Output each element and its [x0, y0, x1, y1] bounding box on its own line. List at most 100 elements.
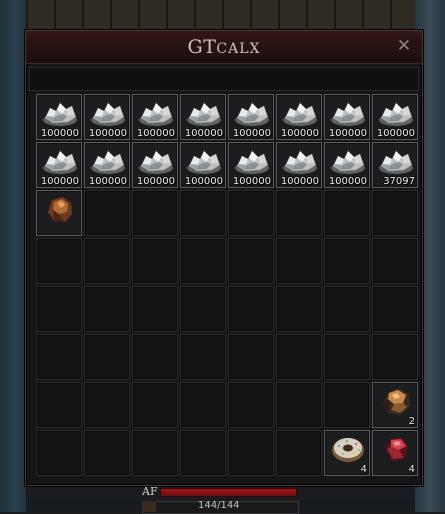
inventory-grid: 100000 100000 100000 100000 100000 10000… — [36, 94, 418, 476]
inventory-slot[interactable] — [36, 430, 82, 476]
window-title-main: GT — [187, 36, 217, 58]
frosted-donut-icon — [329, 434, 367, 464]
inventory-slot[interactable] — [276, 382, 322, 428]
inventory-slot[interactable] — [372, 238, 418, 284]
inventory-slot[interactable] — [84, 190, 130, 236]
inventory-slot[interactable]: 100000 — [324, 142, 370, 188]
inventory-slot[interactable] — [180, 430, 226, 476]
inventory-slot[interactable] — [228, 190, 274, 236]
inventory-slot[interactable]: 100000 — [132, 94, 178, 140]
inventory-slot[interactable] — [180, 334, 226, 380]
item-quantity: 100000 — [328, 128, 367, 139]
ceiling-planks — [0, 0, 445, 30]
inventory-slot[interactable] — [228, 430, 274, 476]
inventory-slot[interactable] — [132, 286, 178, 332]
red-gem-icon — [377, 434, 415, 464]
inventory-slot[interactable] — [228, 286, 274, 332]
silver-ore-icon — [329, 98, 367, 128]
inventory-slot[interactable]: 37097 — [372, 142, 418, 188]
inventory-slot[interactable]: 100000 — [228, 142, 274, 188]
inventory-slot[interactable]: 2 — [372, 382, 418, 428]
item-quantity: 100000 — [88, 176, 127, 187]
silver-ore-icon — [233, 98, 271, 128]
inventory-slot[interactable] — [84, 382, 130, 428]
inventory-slot[interactable] — [324, 382, 370, 428]
inventory-slot[interactable] — [324, 286, 370, 332]
item-quantity: 100000 — [232, 176, 271, 187]
inventory-slot[interactable]: 4 — [372, 430, 418, 476]
inventory-slot[interactable] — [276, 286, 322, 332]
inventory-slot[interactable]: 100000 — [36, 94, 82, 140]
inventory-slot[interactable] — [84, 334, 130, 380]
inventory-slot[interactable] — [36, 286, 82, 332]
inventory-slot[interactable] — [132, 190, 178, 236]
inventory-slot[interactable] — [180, 238, 226, 284]
inventory-slot[interactable]: 100000 — [180, 94, 226, 140]
inventory-slot[interactable] — [132, 430, 178, 476]
inventory-slot[interactable] — [180, 190, 226, 236]
inventory-slot[interactable]: 4 — [324, 430, 370, 476]
inventory-slot[interactable]: 100000 — [276, 142, 322, 188]
item-quantity: 100000 — [88, 128, 127, 139]
inventory-slot[interactable] — [36, 334, 82, 380]
inventory-slot[interactable]: 100000 — [180, 142, 226, 188]
hp-text: 144/144 — [198, 500, 240, 511]
silver-ore-icon — [281, 98, 319, 128]
silver-ore-icon — [41, 146, 79, 176]
silver-ore-icon — [329, 146, 367, 176]
item-quantity: 100000 — [136, 128, 175, 139]
hud-label: AF — [142, 485, 158, 498]
inventory-slot[interactable] — [372, 190, 418, 236]
inventory-slot[interactable]: 100000 — [324, 94, 370, 140]
inventory-slot[interactable]: 100000 — [132, 142, 178, 188]
window-subbar — [29, 67, 419, 91]
inventory-slot[interactable]: 100000 — [84, 142, 130, 188]
item-quantity: 100000 — [184, 128, 223, 139]
inventory-slot[interactable] — [132, 382, 178, 428]
inventory-slot[interactable] — [228, 334, 274, 380]
inventory-slot[interactable] — [132, 238, 178, 284]
inventory-slot[interactable] — [276, 430, 322, 476]
inventory-slot[interactable] — [276, 190, 322, 236]
silver-ore-icon — [137, 146, 175, 176]
silver-ore-icon — [377, 98, 415, 128]
inventory-slot[interactable]: 100000 — [36, 142, 82, 188]
item-quantity: 4 — [360, 464, 367, 475]
inventory-slot[interactable]: 100000 — [84, 94, 130, 140]
item-quantity: 100000 — [328, 176, 367, 187]
inventory-slot[interactable] — [276, 238, 322, 284]
inventory-slot[interactable] — [324, 190, 370, 236]
inventory-slot[interactable] — [324, 334, 370, 380]
inventory-slot[interactable] — [84, 430, 130, 476]
inventory-slot[interactable]: 100000 — [228, 94, 274, 140]
inventory-slot[interactable] — [324, 238, 370, 284]
inventory-slot[interactable]: 100000 — [276, 94, 322, 140]
silver-ore-icon — [185, 98, 223, 128]
inventory-slot[interactable] — [372, 334, 418, 380]
window-titlebar[interactable]: GTCALX ✕ — [26, 31, 422, 64]
inventory-slot[interactable] — [84, 238, 130, 284]
player-hud: AF 144/144 — [138, 484, 299, 514]
inventory-slot[interactable] — [228, 382, 274, 428]
window-title-small: CALX — [216, 41, 261, 57]
inventory-slot[interactable] — [228, 238, 274, 284]
inventory-slot[interactable] — [180, 382, 226, 428]
portrait-icon — [142, 501, 156, 512]
close-icon[interactable]: ✕ — [395, 37, 413, 55]
inventory-slot[interactable] — [36, 190, 82, 236]
inventory-slot[interactable]: 100000 — [372, 94, 418, 140]
silver-ore-icon — [89, 146, 127, 176]
inventory-slot[interactable] — [84, 286, 130, 332]
silver-ore-icon — [137, 98, 175, 128]
inventory-slot[interactable] — [36, 382, 82, 428]
inventory-window: GTCALX ✕ 100000 100000 100000 100000 100… — [25, 30, 423, 486]
inventory-slot[interactable] — [276, 334, 322, 380]
inventory-slot[interactable] — [36, 238, 82, 284]
health-bar — [160, 488, 297, 497]
item-quantity: 100000 — [184, 176, 223, 187]
item-quantity: 2 — [408, 416, 415, 427]
inventory-slot[interactable] — [132, 334, 178, 380]
inventory-slot[interactable] — [372, 286, 418, 332]
silver-ore-icon — [377, 146, 415, 176]
inventory-slot[interactable] — [180, 286, 226, 332]
